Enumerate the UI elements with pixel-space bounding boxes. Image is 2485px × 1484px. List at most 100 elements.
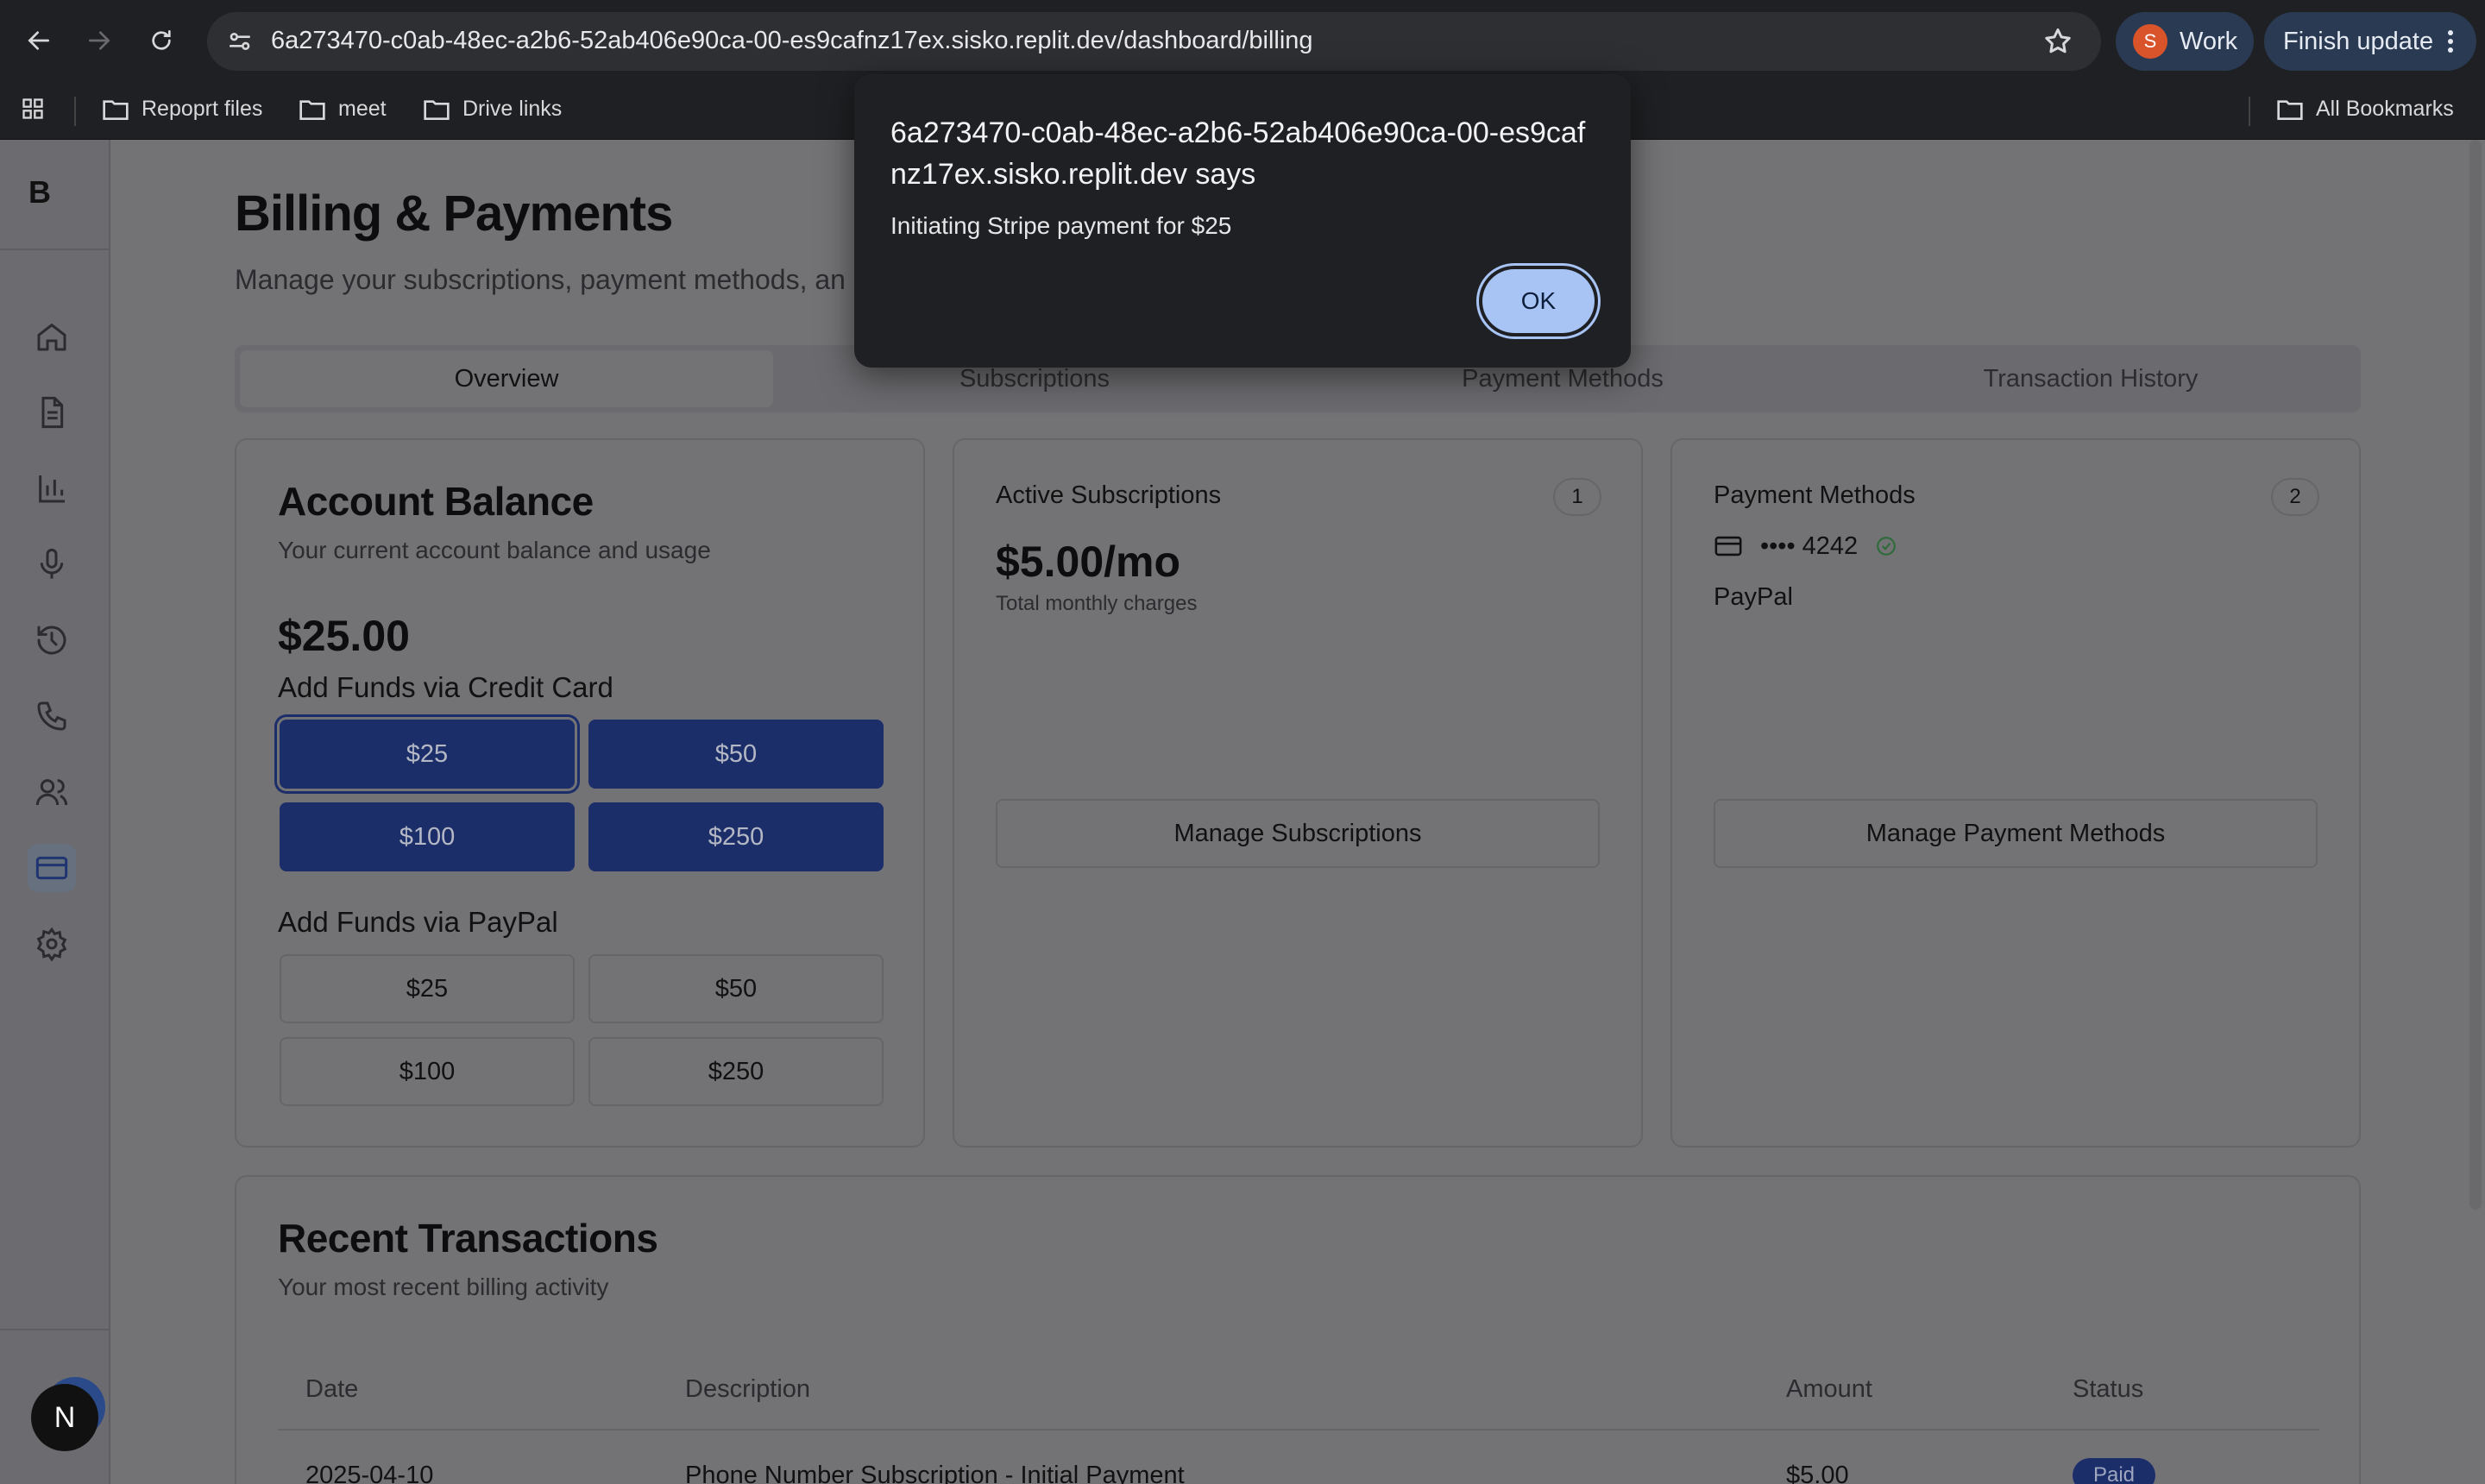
folder-icon bbox=[424, 99, 450, 120]
paypal-label: PayPal bbox=[1714, 583, 1793, 611]
credit-card-funds-label: Add Funds via Credit Card bbox=[278, 671, 613, 703]
settings-icon bbox=[36, 927, 67, 961]
paypal-funds-label: Add Funds via PayPal bbox=[278, 906, 558, 938]
bar-chart-icon bbox=[39, 475, 65, 503]
history-icon bbox=[37, 626, 66, 655]
add-funds-paypal-25-button[interactable]: $25 bbox=[280, 954, 575, 1023]
card-description: Your most recent billing activity bbox=[278, 1273, 609, 1300]
profile-button[interactable]: S Work bbox=[2116, 12, 2254, 71]
sidebar-divider bbox=[0, 1329, 110, 1330]
table-divider bbox=[278, 1429, 2319, 1431]
add-funds-card-50-button[interactable]: $50 bbox=[588, 720, 884, 789]
account-balance-card: Account Balance Your current account bal… bbox=[235, 438, 925, 1148]
reload-button[interactable] bbox=[140, 19, 183, 62]
folder-icon bbox=[103, 99, 129, 120]
bookmark-star-icon[interactable] bbox=[2042, 26, 2073, 57]
more-vert-icon bbox=[2448, 30, 2453, 53]
phone-icon bbox=[37, 701, 66, 731]
all-bookmarks-label: All Bookmarks bbox=[2316, 97, 2454, 121]
payment-method-paypal: PayPal bbox=[1714, 583, 1793, 612]
dialog-message: Initiating Stripe payment for $25 bbox=[890, 212, 1232, 239]
credit-card-icon bbox=[35, 856, 68, 880]
column-header-date: Date bbox=[305, 1375, 359, 1403]
forward-button[interactable] bbox=[78, 19, 121, 62]
transaction-date: 2025-04-10 bbox=[305, 1462, 434, 1484]
manage-subscriptions-button[interactable]: Manage Subscriptions bbox=[996, 799, 1600, 868]
sidebar-item-documents[interactable] bbox=[28, 388, 76, 437]
sidebar-item-home[interactable] bbox=[28, 312, 76, 361]
address-bar[interactable]: 6a273470-c0ab-48ec-a2b6-52ab406e90ca-00-… bbox=[207, 12, 2101, 71]
sidebar: B N bbox=[0, 140, 110, 1484]
sidebar-item-analytics[interactable] bbox=[28, 464, 76, 512]
add-funds-card-25-button[interactable]: $25 bbox=[280, 720, 575, 789]
profile-avatar: S bbox=[2133, 24, 2167, 59]
card-title: Recent Transactions bbox=[278, 1216, 658, 1261]
credit-card-icon bbox=[1714, 536, 1742, 556]
back-button[interactable] bbox=[17, 19, 60, 62]
status-badge: Paid bbox=[2073, 1458, 2155, 1484]
users-icon bbox=[35, 779, 68, 806]
bookmarks-divider bbox=[2249, 97, 2250, 126]
sidebar-item-billing[interactable] bbox=[28, 844, 76, 892]
manage-payment-methods-button[interactable]: Manage Payment Methods bbox=[1714, 799, 2318, 868]
microphone-icon bbox=[40, 548, 64, 579]
page-scrollbar[interactable] bbox=[2469, 140, 2482, 1210]
transaction-amount: $5.00 bbox=[1786, 1462, 1849, 1484]
bookmark-label: meet bbox=[338, 97, 387, 121]
folder-icon bbox=[299, 99, 325, 120]
check-circle-icon bbox=[1877, 537, 1897, 556]
ok-button[interactable]: OK bbox=[1482, 269, 1595, 333]
site-settings-icon[interactable] bbox=[226, 28, 254, 55]
bookmark-label: Drive links bbox=[462, 97, 563, 121]
folder-icon bbox=[2277, 99, 2303, 120]
sidebar-item-history[interactable] bbox=[28, 616, 76, 664]
sidebar-item-voice[interactable] bbox=[28, 540, 76, 588]
sidebar-divider bbox=[0, 248, 110, 250]
tab-overview[interactable]: Overview bbox=[240, 350, 773, 407]
page-title: Billing & Payments bbox=[235, 186, 673, 242]
tab-transaction-history[interactable]: Transaction History bbox=[1824, 350, 2357, 407]
browser-toolbar: 6a273470-c0ab-48ec-a2b6-52ab406e90ca-00-… bbox=[0, 0, 2485, 83]
alert-dialog: 6a273470-c0ab-48ec-a2b6-52ab406e90ca-00-… bbox=[854, 74, 1631, 368]
add-funds-paypal-100-button[interactable]: $100 bbox=[280, 1037, 575, 1106]
apps-button[interactable] bbox=[19, 97, 47, 121]
sidebar-item-calls[interactable] bbox=[28, 692, 76, 740]
active-subscriptions-card: Active Subscriptions 1 $5.00/mo Total mo… bbox=[953, 438, 1643, 1148]
monthly-caption: Total monthly charges bbox=[996, 592, 1198, 615]
home-icon bbox=[37, 324, 66, 351]
add-funds-card-250-button[interactable]: $250 bbox=[588, 802, 884, 871]
card-title: Account Balance bbox=[278, 479, 594, 524]
arrow-right-icon bbox=[89, 31, 110, 50]
recent-transactions-card: Recent Transactions Your most recent bil… bbox=[235, 1175, 2361, 1484]
app-logo[interactable]: B bbox=[0, 174, 79, 211]
column-header-description: Description bbox=[685, 1375, 811, 1403]
balance-amount: $25.00 bbox=[278, 612, 410, 660]
monthly-amount: $5.00/mo bbox=[996, 538, 1181, 586]
bookmark-label: Repoprt files bbox=[142, 97, 263, 121]
card-number: •••• 4242 bbox=[1760, 531, 1859, 560]
all-bookmarks-button[interactable]: All Bookmarks bbox=[2276, 97, 2454, 122]
bookmarks-divider bbox=[74, 97, 76, 126]
count-badge: 1 bbox=[1553, 478, 1601, 516]
profile-label: Work bbox=[2180, 27, 2238, 55]
bookmark-folder[interactable]: Repoprt files bbox=[102, 97, 262, 122]
card-description: Your current account balance and usage bbox=[278, 537, 711, 563]
add-funds-paypal-250-button[interactable]: $250 bbox=[588, 1037, 884, 1106]
column-header-amount: Amount bbox=[1786, 1375, 1872, 1403]
user-avatar[interactable]: N bbox=[31, 1384, 98, 1451]
sidebar-item-team[interactable] bbox=[28, 768, 76, 816]
add-funds-paypal-50-button[interactable]: $50 bbox=[588, 954, 884, 1023]
payment-methods-card: Payment Methods 2 •••• 4242 PayPal Manag… bbox=[1670, 438, 2361, 1148]
card-title: Payment Methods bbox=[1714, 481, 1916, 509]
url-text[interactable]: 6a273470-c0ab-48ec-a2b6-52ab406e90ca-00-… bbox=[271, 27, 1313, 55]
payment-method-card: •••• 4242 bbox=[1714, 531, 1897, 561]
bookmark-folder[interactable]: Drive links bbox=[423, 97, 562, 122]
sidebar-item-settings[interactable] bbox=[28, 920, 76, 968]
apps-grid-icon bbox=[22, 98, 43, 119]
add-funds-card-100-button[interactable]: $100 bbox=[280, 802, 575, 871]
document-icon bbox=[41, 396, 64, 429]
bookmark-folder[interactable]: meet bbox=[299, 97, 387, 122]
dialog-title: 6a273470-c0ab-48ec-a2b6-52ab406e90ca-00-… bbox=[890, 116, 1586, 191]
arrow-left-icon bbox=[28, 31, 49, 50]
finish-update-button[interactable]: Finish update bbox=[2264, 12, 2476, 71]
